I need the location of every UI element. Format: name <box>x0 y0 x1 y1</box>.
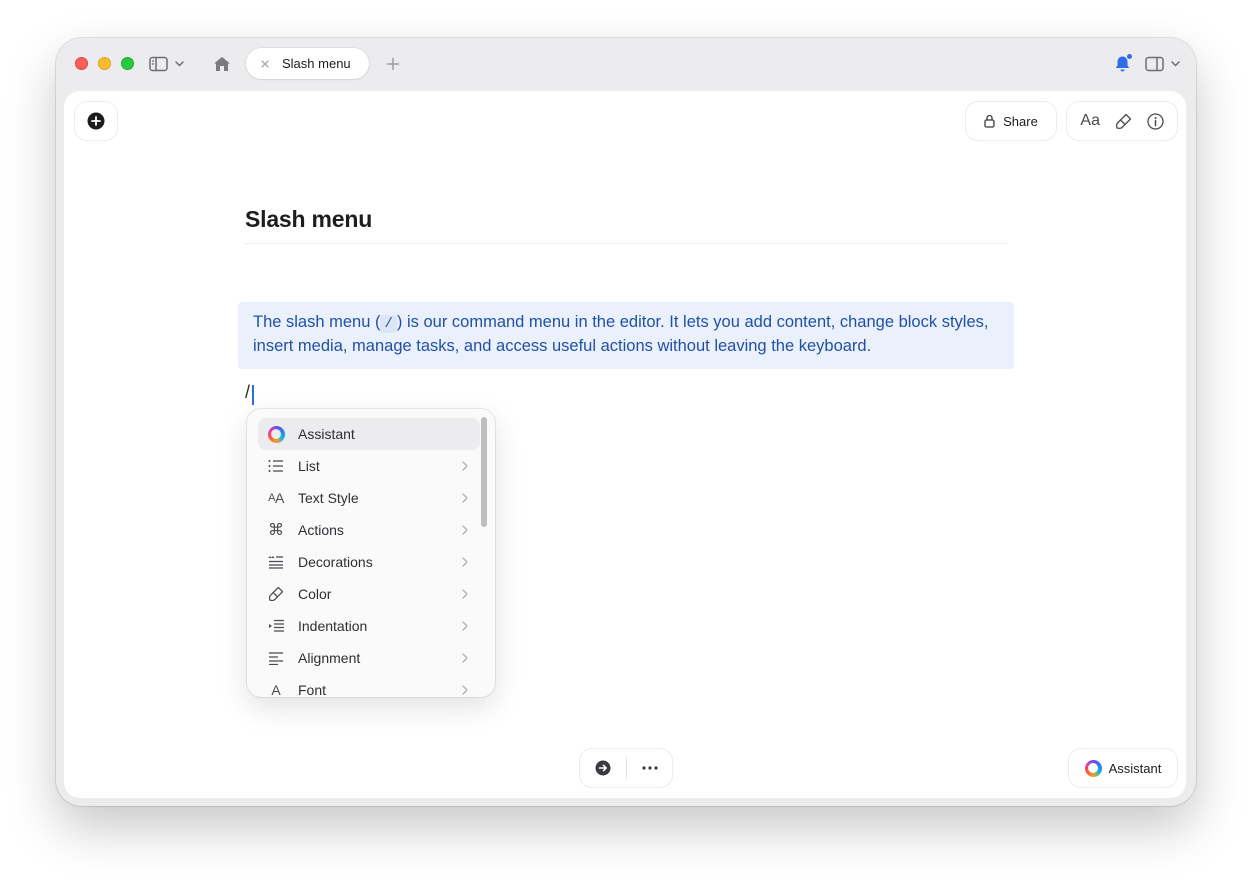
sidebar-toggle-icon <box>149 56 184 72</box>
chevron-right-icon <box>458 523 472 537</box>
menu-item-label: List <box>298 458 320 474</box>
menu-item-decorations[interactable]: Decorations <box>258 546 480 578</box>
callout-block[interactable]: The slash menu (/) is our command menu i… <box>238 302 1014 369</box>
app-window: Slash menu Share Aa Slash menu The slash… <box>56 38 1196 806</box>
page-title[interactable]: Slash menu <box>245 206 372 233</box>
title-divider <box>245 243 1007 244</box>
close-icon[interactable] <box>260 59 270 69</box>
menu-item-list[interactable]: List <box>258 450 480 482</box>
home-icon <box>214 57 230 71</box>
tab-label: Slash menu <box>282 56 351 71</box>
chevron-right-icon <box>458 491 472 505</box>
editor-current-line[interactable]: / <box>245 382 250 406</box>
share-label: Share <box>1003 113 1038 129</box>
menu-item-text-style[interactable]: AA Text Style <box>258 482 480 514</box>
command-icon: ⌘ <box>268 522 284 539</box>
chevron-right-icon <box>458 683 472 697</box>
close-window-button[interactable] <box>75 57 88 70</box>
menu-item-label: Actions <box>298 522 344 538</box>
tab-slash-menu[interactable]: Slash menu <box>246 48 369 79</box>
indentation-icon <box>266 616 286 636</box>
menu-item-label: Text Style <box>298 490 359 506</box>
assistant-icon <box>266 424 286 444</box>
text-style-icon: AA <box>268 490 284 506</box>
paintbrush-icon <box>1115 113 1131 129</box>
plus-circle-icon <box>87 112 105 130</box>
more-icon <box>641 766 658 770</box>
color-icon <box>266 584 286 604</box>
text-format-button[interactable]: Aa <box>1080 112 1100 130</box>
info-icon <box>1146 112 1164 130</box>
new-tab-button[interactable] <box>384 54 402 74</box>
assistant-icon <box>1084 759 1102 777</box>
chevron-right-icon <box>458 587 472 601</box>
assistant-label: Assistant <box>1108 760 1162 776</box>
list-icon <box>266 456 286 476</box>
chevron-right-icon <box>458 651 472 665</box>
minimize-window-button[interactable] <box>98 57 111 70</box>
menu-item-actions[interactable]: ⌘ Actions <box>258 514 480 546</box>
arrow-right-circle-icon <box>595 760 611 776</box>
title-bar: Slash menu <box>56 38 1196 90</box>
panel-toggle-button[interactable] <box>1144 54 1184 74</box>
menu-item-indentation[interactable]: Indentation <box>258 610 480 642</box>
add-button[interactable] <box>75 102 117 140</box>
menu-item-label: Indentation <box>298 618 368 634</box>
lock-icon <box>984 114 995 128</box>
document-tools: Aa <box>1067 102 1177 140</box>
menu-item-font[interactable]: A Font <box>258 674 480 697</box>
chevron-right-icon <box>458 619 472 633</box>
menu-item-assistant[interactable]: Assistant <box>258 418 480 450</box>
text-caret <box>252 385 254 405</box>
plus-icon <box>386 57 400 71</box>
menu-item-alignment[interactable]: Alignment <box>258 642 480 674</box>
notifications-button[interactable] <box>1112 53 1133 74</box>
style-button[interactable] <box>1115 113 1132 130</box>
zoom-window-button[interactable] <box>121 57 134 70</box>
chevron-right-icon <box>458 555 472 569</box>
bottom-toolbar <box>580 749 672 787</box>
menu-item-label: Assistant <box>298 426 355 442</box>
menu-item-label: Color <box>298 586 332 602</box>
menu-item-color[interactable]: Color <box>258 578 480 610</box>
document-area: Share Aa Slash menu The slash menu (/) … <box>64 91 1186 798</box>
more-button[interactable] <box>627 766 672 770</box>
menu-item-label: Font <box>298 682 327 697</box>
next-button[interactable] <box>580 760 626 776</box>
share-button[interactable]: Share <box>966 102 1056 140</box>
slash-command-menu: Assistant List AA Text Style ⌘ Actions D… <box>247 409 495 697</box>
menu-item-label: Alignment <box>298 650 361 666</box>
sidebar-toggle-button[interactable] <box>148 54 188 74</box>
alignment-icon <box>266 648 286 668</box>
font-icon: A <box>271 682 281 697</box>
assistant-button[interactable]: Assistant <box>1069 749 1177 787</box>
decorations-icon <box>266 552 286 572</box>
chevron-right-icon <box>458 459 472 473</box>
slash-key-badge: / <box>380 315 397 333</box>
callout-text-start: The slash menu ( <box>253 313 381 331</box>
menu-item-label: Decorations <box>298 554 373 570</box>
panel-toggle-icon <box>1145 56 1180 72</box>
menu-scrollbar[interactable] <box>481 417 487 527</box>
info-button[interactable] <box>1146 112 1164 130</box>
home-button[interactable] <box>212 54 232 74</box>
notification-badge <box>1126 53 1133 60</box>
